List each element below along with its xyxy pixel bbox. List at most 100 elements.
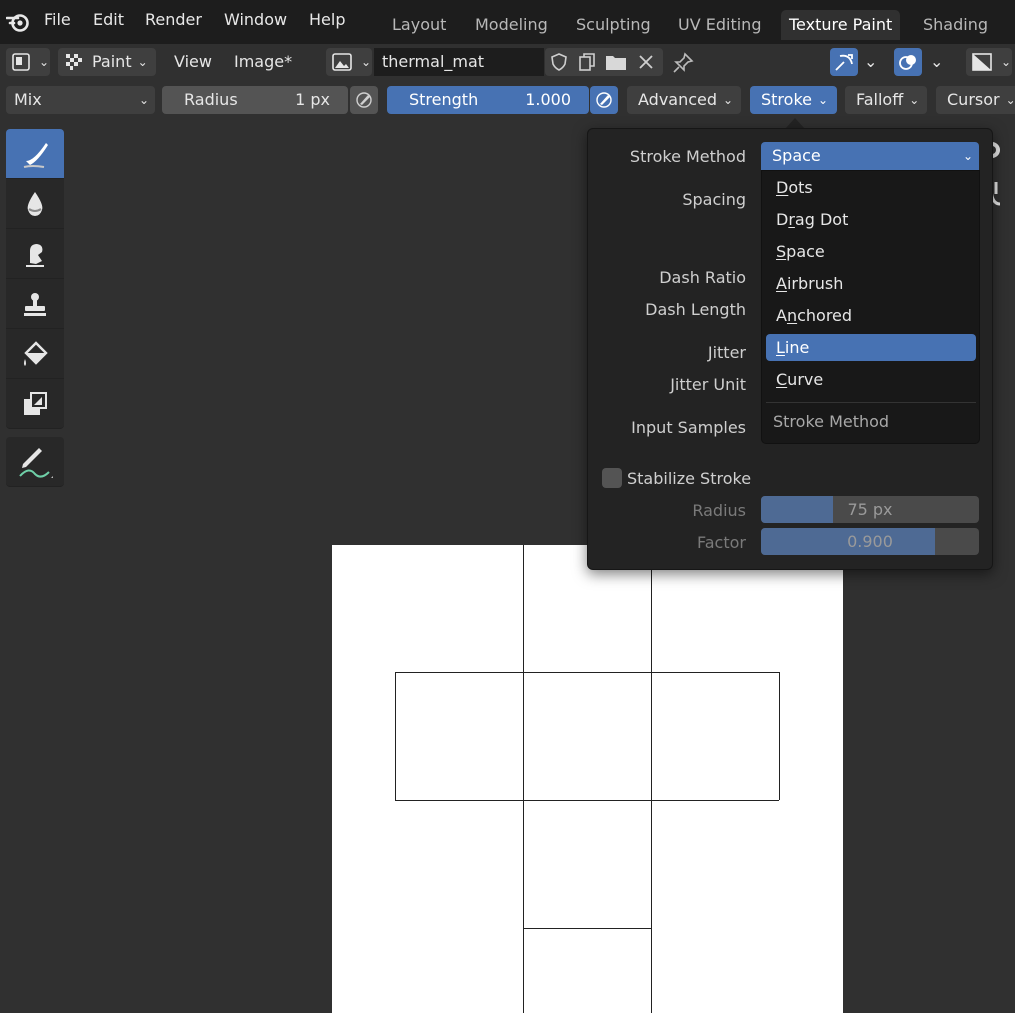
mask-tool[interactable] [6,379,64,429]
blender-logo-icon[interactable] [6,10,32,34]
chevron-down-icon: ⌄ [1005,93,1015,107]
display-channels-icon [972,53,992,71]
stroke-method-value: Space [772,146,821,165]
tab-shading[interactable]: Shading [915,10,996,40]
strength-pressure-toggle[interactable] [590,86,618,114]
chevron-down-icon[interactable]: ⌄ [864,48,877,76]
stabilize-radius-value: 75 px [847,500,893,519]
chevron-down-icon: ⌄ [138,93,149,107]
stabilize-stroke-checkbox[interactable] [602,468,622,488]
jitter-unit-label: Jitter Unit [670,375,746,394]
tool-settings-bar: Mix ⌄ Radius 1 px Strength 1.000 Advance… [0,82,1015,118]
soften-drop-icon [20,189,50,219]
tab-texture-paint[interactable]: Texture Paint [781,10,901,40]
paint-mode-icon [66,54,86,70]
blend-mode-dropdown[interactable]: Mix ⌄ [6,86,155,114]
advanced-popover-button[interactable]: Advanced ⌄ [627,86,741,114]
menu-window[interactable]: Window [224,10,287,29]
falloff-popover-button[interactable]: Falloff ⌄ [845,86,927,114]
overlays-toggle[interactable] [894,48,922,76]
image-icon [332,53,352,71]
clone-tool[interactable] [6,279,64,329]
tab-uv-editing[interactable]: UV Editing [670,10,769,40]
fill-tool[interactable] [6,329,64,379]
stabilize-stroke-label[interactable]: Stabilize Stroke [627,469,751,488]
input-samples-label: Input Samples [631,418,746,437]
draw-tool[interactable] [6,129,64,179]
radius-pressure-toggle[interactable] [350,86,378,114]
stroke-method-dropdown[interactable]: Space ⌄ [761,142,979,170]
pin-icon[interactable] [672,52,694,74]
chevron-down-icon[interactable]: ⌄ [930,48,943,76]
clone-stamp-icon [20,289,50,319]
stroke-method-option-dots[interactable]: Dots [766,174,976,201]
stroke-method-option-curve[interactable]: Curve [766,366,976,393]
radius-value: 1 px [295,90,330,109]
tab-modeling[interactable]: Modeling [467,10,556,40]
image-canvas[interactable] [332,545,843,1013]
stroke-method-option-space[interactable]: Space [766,238,976,265]
dash-ratio-label: Dash Ratio [659,268,746,287]
draw-brush-icon [18,137,52,171]
stabilize-factor-label: Factor [697,533,746,552]
cursor-popover-button[interactable]: Cursor ⌄ [936,86,1015,114]
menu-render[interactable]: Render [145,10,202,29]
stroke-popover-button[interactable]: Stroke ⌄ [750,86,837,114]
pressure-pen-icon [354,90,374,110]
falloff-label: Falloff [856,90,904,109]
menu-help[interactable]: Help [309,10,345,29]
stroke-method-label: Stroke Method [629,147,746,166]
stabilize-radius-slider[interactable]: 75 px [761,496,979,523]
jitter-label: Jitter [707,343,746,362]
mode-label: Paint [92,52,132,71]
uv-edge [651,545,652,1013]
blend-mode-label: Mix [14,90,42,109]
strength-slider[interactable]: Strength 1.000 [387,86,589,114]
menu-image[interactable]: Image* [234,48,292,76]
stabilize-radius-label: Radius [692,501,746,520]
top-menu-bar: File Edit Render Window Help Layout Mode… [0,0,1015,44]
stroke-method-option-drag-dot[interactable]: Drag Dot [766,206,976,233]
fake-user-shield-icon[interactable] [549,52,569,72]
radius-slider[interactable]: Radius 1 px [162,86,348,114]
display-channels-button[interactable]: ⌄ [966,48,1012,76]
unlink-close-icon[interactable] [637,53,655,71]
cursor-label: Cursor [947,90,1000,109]
stroke-method-option-line[interactable]: Line [766,334,976,361]
menu-separator [766,402,976,403]
open-folder-icon[interactable] [605,52,627,72]
stroke-method-option-airbrush[interactable]: Airbrush [766,270,976,297]
tab-layout[interactable]: Layout [384,10,454,40]
annotate-tool[interactable] [6,437,64,487]
fill-bucket-icon [20,339,50,369]
chevron-down-icon: ⌄ [723,93,734,107]
image-name-field[interactable]: thermal_mat [374,48,544,76]
stroke-method-option-anchored[interactable]: Anchored [766,302,976,329]
menu-view[interactable]: View [174,48,212,76]
image-editor-header: ⌄ Paint ⌄ View Image* ⌄ thermal_mat ⌄ ⌄ … [0,44,1015,82]
soften-tool[interactable] [6,179,64,229]
menu-file[interactable]: File [44,10,71,29]
new-image-icon[interactable] [577,52,597,72]
chevron-down-icon: ⌄ [39,55,50,69]
menu-edit[interactable]: Edit [93,10,124,29]
image-browse-button[interactable]: ⌄ [326,48,372,76]
dash-length-label: Dash Length [645,300,746,319]
chevron-down-icon: ⌄ [361,55,372,69]
smear-finger-icon [20,239,50,269]
smear-tool[interactable] [6,229,64,279]
stabilize-factor-slider[interactable]: 0.900 [761,528,979,555]
editor-type-button[interactable]: ⌄ [6,48,50,76]
advanced-label: Advanced [638,90,718,109]
overlays-icon [898,52,918,72]
menu-title: Stroke Method [773,412,890,431]
image-datablock-buttons [545,48,663,76]
stroke-label: Stroke [761,90,812,109]
uv-sculpt-toggle[interactable] [830,48,858,76]
spacing-label: Spacing [682,190,746,209]
mode-dropdown[interactable]: Paint ⌄ [58,48,156,76]
tab-sculpting[interactable]: Sculpting [568,10,659,40]
chevron-down-icon: ⌄ [817,93,829,107]
chevron-down-icon: ⌄ [962,149,973,163]
uv-edge [395,672,779,673]
